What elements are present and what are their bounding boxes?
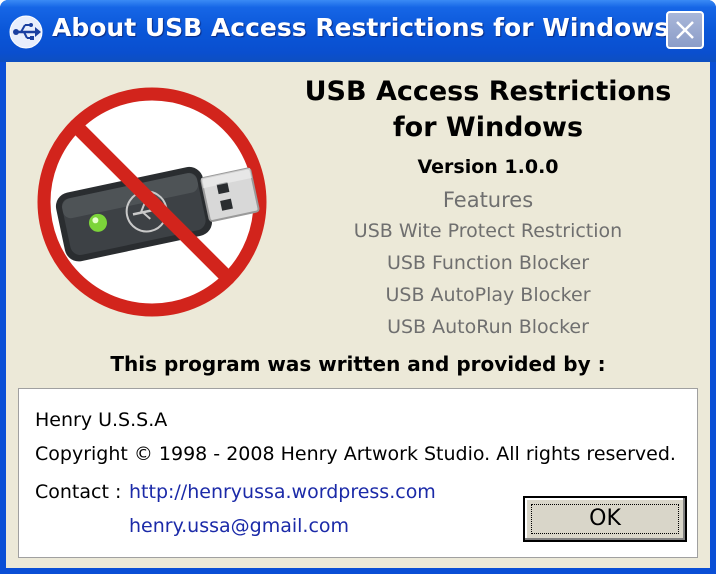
window-title: About USB Access Restrictions for Window… [52, 13, 670, 42]
close-icon [676, 21, 694, 39]
contact-label: Contact : [35, 481, 122, 503]
dialog-body: USB Access Restrictions for Windows Vers… [6, 62, 710, 568]
no-usb-icon [28, 82, 282, 322]
credits-panel: Henry U.S.S.A Copyright © 1998 - 2008 He… [18, 388, 698, 558]
close-button[interactable] [666, 11, 704, 49]
feature-item: USB AutoRun Blocker [387, 316, 589, 338]
title-bar[interactable]: About USB Access Restrictions for Window… [0, 0, 716, 62]
app-name-line2: for Windows [392, 112, 584, 143]
email-link[interactable]: henry.ussa@gmail.com [129, 515, 349, 537]
feature-item: USB Function Blocker [386, 252, 590, 274]
app-version: Version 1.0.0 [417, 156, 559, 178]
copyright-text: Copyright © 1998 - 2008 Henry Artwork St… [35, 443, 676, 465]
usb-icon [8, 14, 44, 50]
app-name-line1: USB Access Restrictions [304, 76, 672, 107]
feature-item: USB Wite Protect Restriction [353, 220, 623, 242]
about-dialog-window: About USB Access Restrictions for Window… [0, 0, 716, 574]
ok-button[interactable]: OK [523, 496, 687, 542]
author-name: Henry U.S.S.A [35, 409, 168, 431]
website-link[interactable]: http://henryussa.wordpress.com [129, 481, 436, 503]
written-by-label: This program was written and provided by… [110, 352, 606, 376]
focus-rectangle [531, 504, 679, 534]
feature-item: USB AutoPlay Blocker [385, 284, 591, 306]
features-title: Features [442, 188, 534, 212]
